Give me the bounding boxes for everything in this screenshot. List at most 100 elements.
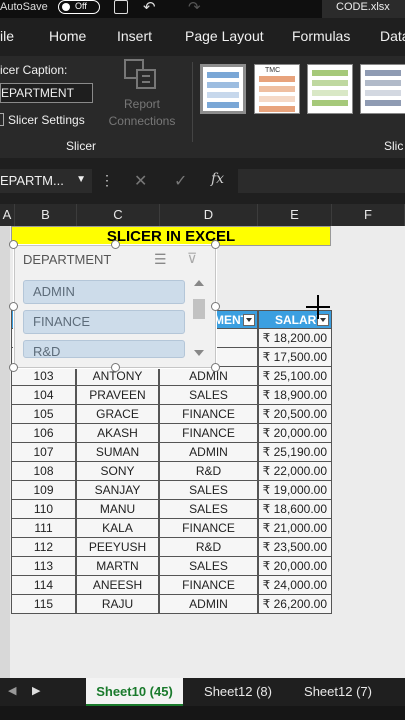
- table-cell[interactable]: FINANCE: [159, 405, 258, 424]
- slicer-style-blue[interactable]: [200, 64, 246, 114]
- resize-handle[interactable]: [211, 240, 220, 249]
- confirm-icon[interactable]: ✓: [174, 171, 187, 191]
- table-cell[interactable]: ₹ 22,000.00: [258, 462, 332, 481]
- slicer-settings-button[interactable]: Slicer Settings: [8, 113, 85, 127]
- table-cell[interactable]: MANU: [76, 500, 159, 519]
- menu-insert[interactable]: Insert: [117, 28, 152, 44]
- table-cell[interactable]: SALES: [159, 557, 258, 576]
- table-cell[interactable]: ₹ 17,500.00: [258, 348, 332, 367]
- table-cell[interactable]: MARTN: [76, 557, 159, 576]
- table-cell[interactable]: ANEESH: [76, 576, 159, 595]
- table-cell[interactable]: 104: [11, 386, 76, 405]
- table-cell[interactable]: ₹ 20,000.00: [258, 424, 332, 443]
- cancel-icon[interactable]: ✕: [134, 171, 147, 191]
- chevron-right-icon[interactable]: ▶: [32, 684, 40, 697]
- table-cell[interactable]: SUMAN: [76, 443, 159, 462]
- table-cell[interactable]: ₹ 21,000.00: [258, 519, 332, 538]
- table-cell[interactable]: ADMIN: [159, 443, 258, 462]
- scroll-down-icon[interactable]: [194, 350, 204, 356]
- report-connections-button[interactable]: Report Connections: [104, 96, 180, 130]
- table-cell[interactable]: R&D: [159, 538, 258, 557]
- slicer-item-finance[interactable]: FINANCE: [23, 310, 185, 334]
- sheet-tab-sheet10[interactable]: Sheet10 (45): [86, 678, 183, 706]
- clear-filter-icon[interactable]: ⊽: [187, 250, 205, 268]
- table-cell[interactable]: R&D: [159, 462, 258, 481]
- table-cell[interactable]: ₹ 25,190.00: [258, 443, 332, 462]
- table-cell[interactable]: 109: [11, 481, 76, 500]
- table-cell[interactable]: 106: [11, 424, 76, 443]
- resize-handle[interactable]: [111, 363, 120, 372]
- department-slicer[interactable]: DEPARTMENT ☰ ⊽ ADMIN FINANCE R&D: [14, 245, 216, 368]
- slicer-caption-input[interactable]: EPARTMENT: [0, 83, 93, 103]
- save-icon[interactable]: [114, 0, 128, 14]
- table-cell[interactable]: AKASH: [76, 424, 159, 443]
- table-cell[interactable]: 113: [11, 557, 76, 576]
- table-cell[interactable]: 105: [11, 405, 76, 424]
- slicer-item-rnd[interactable]: R&D: [23, 340, 185, 358]
- table-cell[interactable]: SONY: [76, 462, 159, 481]
- slicer-scrollbar[interactable]: [191, 280, 207, 358]
- table-cell[interactable]: 108: [11, 462, 76, 481]
- column-header-e[interactable]: E: [258, 204, 332, 226]
- table-cell[interactable]: 103: [11, 367, 76, 386]
- table-cell[interactable]: PEEYUSH: [76, 538, 159, 557]
- table-cell[interactable]: KALA: [76, 519, 159, 538]
- table-cell[interactable]: ₹ 26,200.00: [258, 595, 332, 614]
- table-cell[interactable]: ₹ 18,600.00: [258, 500, 332, 519]
- menu-file[interactable]: ile: [0, 28, 14, 44]
- slicer-style-green[interactable]: [307, 64, 353, 114]
- table-cell[interactable]: 111: [11, 519, 76, 538]
- chevron-down-icon[interactable]: ▼: [76, 174, 86, 185]
- table-cell[interactable]: 112: [11, 538, 76, 557]
- table-cell[interactable]: FINANCE: [159, 519, 258, 538]
- autosave-toggle[interactable]: Off: [58, 0, 100, 14]
- sheet-tab-sheet12-7[interactable]: Sheet12 (7): [293, 678, 383, 706]
- table-cell[interactable]: FINANCE: [159, 424, 258, 443]
- table-cell[interactable]: PRAVEEN: [76, 386, 159, 405]
- more-options-icon[interactable]: ⋮: [100, 172, 114, 189]
- table-cell[interactable]: 114: [11, 576, 76, 595]
- table-cell[interactable]: ₹ 20,000.00: [258, 557, 332, 576]
- scroll-thumb[interactable]: [193, 299, 205, 319]
- table-cell[interactable]: ₹ 18,200.00: [258, 329, 332, 348]
- table-cell[interactable]: 107: [11, 443, 76, 462]
- table-cell[interactable]: ₹ 20,500.00: [258, 405, 332, 424]
- table-cell[interactable]: SANJAY: [76, 481, 159, 500]
- redo-icon[interactable]: ↷: [188, 0, 201, 16]
- sheet-title[interactable]: SLICER IN EXCEL: [11, 226, 331, 246]
- table-cell[interactable]: ₹ 19,000.00: [258, 481, 332, 500]
- column-header-d[interactable]: D: [160, 204, 258, 226]
- resize-handle[interactable]: [9, 240, 18, 249]
- table-cell[interactable]: SALES: [159, 386, 258, 405]
- filter-dropdown-icon[interactable]: [243, 314, 255, 326]
- insert-function-icon[interactable]: fx: [211, 171, 224, 187]
- column-header-b[interactable]: B: [15, 204, 77, 226]
- column-header-f[interactable]: F: [332, 204, 405, 226]
- table-cell[interactable]: 110: [11, 500, 76, 519]
- formula-input[interactable]: [238, 169, 405, 193]
- table-cell[interactable]: SALES: [159, 481, 258, 500]
- resize-handle[interactable]: [211, 363, 220, 372]
- resize-handle[interactable]: [9, 363, 18, 372]
- table-cell[interactable]: RAJU: [76, 595, 159, 614]
- slicer-style-orange[interactable]: TMC: [254, 64, 300, 114]
- table-cell[interactable]: ₹ 24,000.00: [258, 576, 332, 595]
- slicer-settings-icon[interactable]: [0, 113, 4, 126]
- table-cell[interactable]: ADMIN: [159, 595, 258, 614]
- undo-icon[interactable]: ↶: [143, 0, 156, 16]
- slicer-item-admin[interactable]: ADMIN: [23, 280, 185, 304]
- column-header-c[interactable]: C: [77, 204, 160, 226]
- column-header-a[interactable]: A: [0, 204, 15, 226]
- menu-data[interactable]: Data: [380, 28, 405, 44]
- menu-page-layout[interactable]: Page Layout: [185, 28, 264, 44]
- slicer-style-gray[interactable]: [360, 64, 405, 114]
- scroll-up-icon[interactable]: [194, 280, 204, 286]
- table-cell[interactable]: ₹ 23,500.00: [258, 538, 332, 557]
- menu-formulas[interactable]: Formulas: [292, 28, 350, 44]
- menu-home[interactable]: Home: [49, 28, 86, 44]
- resize-handle[interactable]: [111, 240, 120, 249]
- table-cell[interactable]: GRACE: [76, 405, 159, 424]
- resize-handle[interactable]: [211, 302, 220, 311]
- table-cell[interactable]: SALES: [159, 500, 258, 519]
- table-cell[interactable]: ADMIN: [159, 367, 258, 386]
